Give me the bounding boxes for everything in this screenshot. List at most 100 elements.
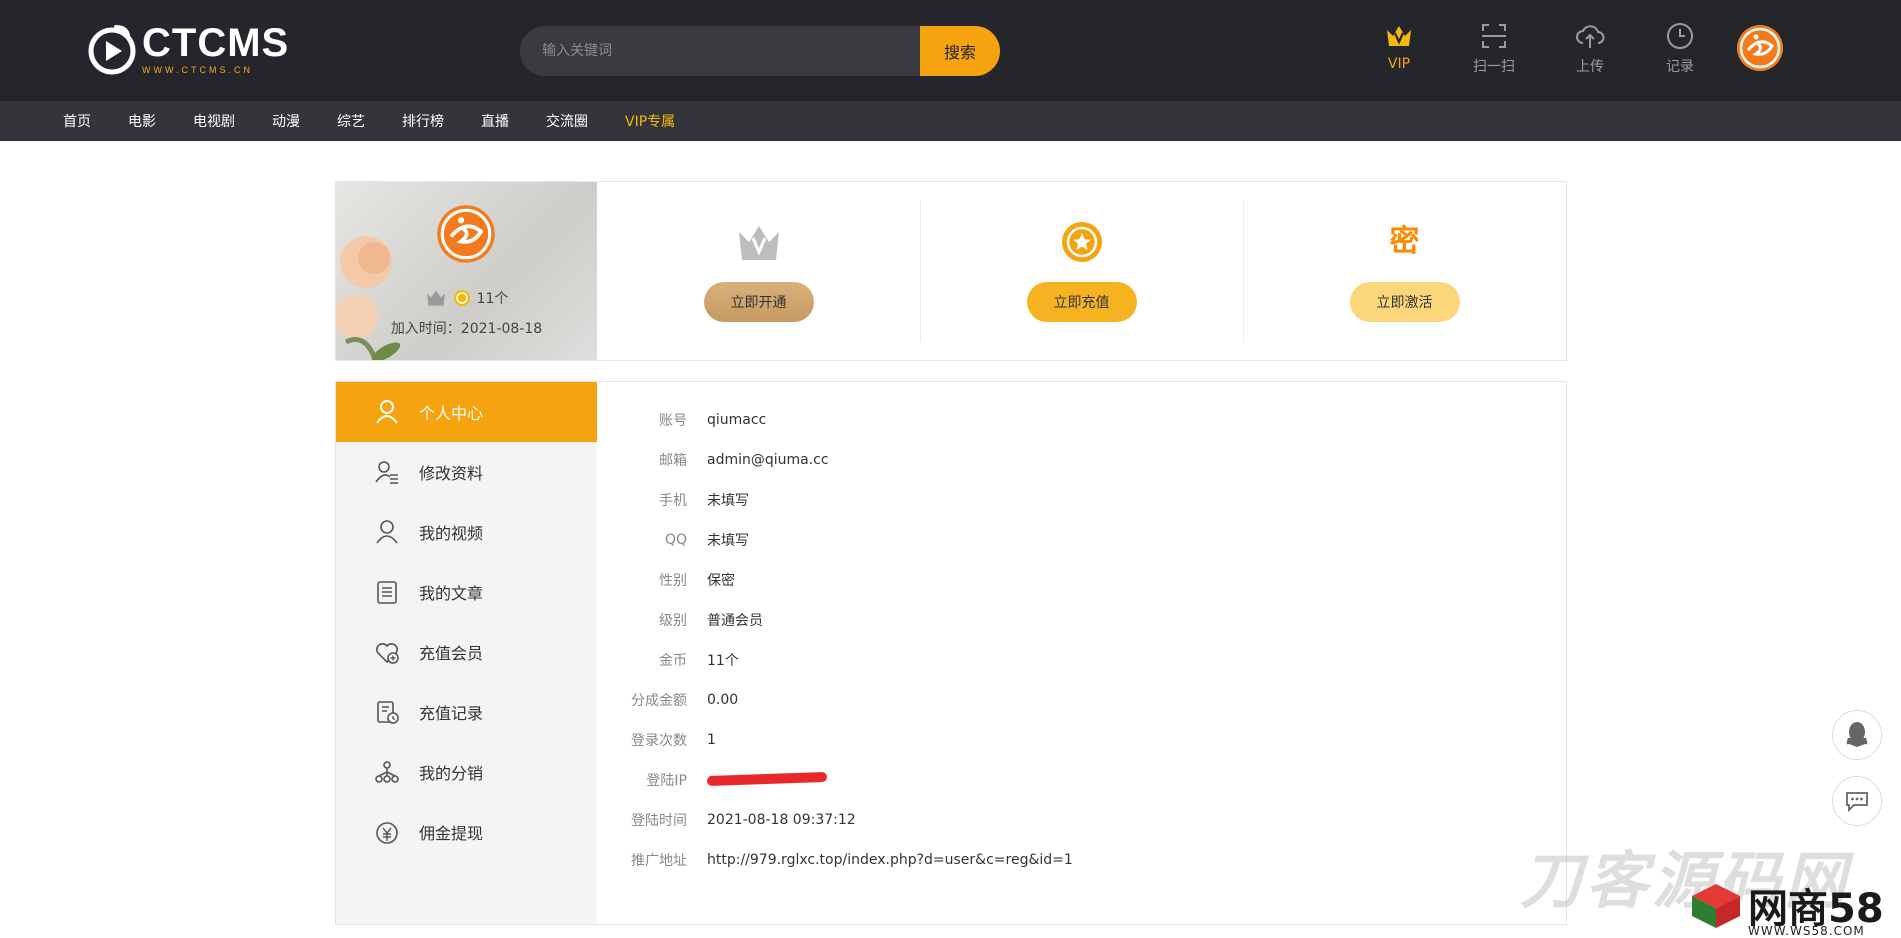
info-label: 登陆IP (646, 773, 687, 789)
info-row-account: 账号 qiumacc (597, 400, 1073, 440)
coin-count: 11个 (476, 291, 509, 307)
info-label: 金币 (659, 653, 687, 669)
search-button[interactable]: 搜索 (920, 26, 1000, 76)
clock-icon (1667, 23, 1693, 49)
info-row-referral-url: 推广地址 http://979.rglxc.top/index.php?d=us… (597, 840, 1073, 880)
user-edit-icon (375, 461, 398, 484)
info-label: 级别 (659, 613, 687, 629)
nav-movies[interactable]: 电影 (128, 111, 156, 131)
info-value: 1 (707, 732, 716, 748)
open-vip-button[interactable]: 立即开通 (703, 282, 814, 322)
history-button[interactable]: 记录 (1645, 20, 1715, 80)
nav-variety[interactable]: 综艺 (337, 111, 365, 131)
sidebar-item-label: 个人中心 (419, 404, 484, 423)
sidebar-item-label: 我的文章 (419, 584, 484, 603)
sidebar-item-my-distribution[interactable]: 我的分销 (336, 742, 597, 802)
watermark-url: WWW.WS58.COM (1748, 924, 1865, 938)
info-value: 未填写 (707, 533, 749, 549)
user-avatar[interactable] (1736, 24, 1784, 72)
sidebar-item-label: 我的分销 (419, 764, 484, 783)
sidebar-item-label: 佣金提现 (419, 824, 484, 843)
qq-contact-button[interactable] (1832, 710, 1882, 760)
document-icon (377, 581, 397, 604)
logo-subtitle: WWW.CTCMS.CN (142, 65, 253, 75)
info-value: qiumacc (707, 412, 767, 428)
nav-live[interactable]: 直播 (481, 111, 509, 131)
info-value: 2021-08-18 09:37:12 (707, 812, 856, 828)
sidebar-item-recharge-history[interactable]: 充值记录 (336, 682, 597, 742)
network-icon (375, 761, 399, 783)
account-info: 账号 qiumacc 邮箱 admin@qiuma.cc 手机 未填写 QQ 未… (597, 400, 1073, 880)
info-label: 登陆时间 (631, 813, 687, 829)
nav-community[interactable]: 交流圈 (546, 111, 588, 131)
activate-button[interactable]: 立即激活 (1349, 282, 1460, 322)
vip-label: VIP (1387, 56, 1411, 72)
info-value: 11个 (707, 653, 739, 669)
nav-tv[interactable]: 电视剧 (193, 111, 235, 131)
info-row-email: 邮箱 admin@qiuma.cc (597, 440, 1073, 480)
info-value: admin@qiuma.cc (707, 452, 829, 468)
money-bag-icon (376, 822, 398, 844)
info-value[interactable]: http://979.rglxc.top/index.php?d=user&c=… (707, 852, 1073, 868)
info-row-level: 级别 普通会员 (597, 600, 1073, 640)
chat-bubble-icon (1846, 792, 1868, 813)
main-nav: 首页 电影 电视剧 动漫 综艺 排行榜 直播 交流圈 VIP专属 (0, 101, 1901, 141)
star-coin-icon (1061, 222, 1102, 262)
profile-panel: 11个 加入时间：2021-08-18 (336, 182, 597, 360)
upload-button[interactable]: 上传 (1555, 20, 1625, 80)
activate-panel: 密 立即激活 (1243, 182, 1566, 360)
chat-button[interactable] (1832, 776, 1882, 826)
top-header: CTCMS WWW.CTCMS.CN 搜索 VIP 扫一扫 上传 记录 (0, 0, 1901, 101)
recharge-panel: 立即充值 (920, 182, 1243, 360)
sidebar-item-label: 我的视频 (419, 524, 484, 543)
cloud-upload-icon (1576, 25, 1605, 48)
recharge-button[interactable]: 立即充值 (1026, 282, 1137, 322)
user-icon (376, 400, 398, 424)
logo-play-icon (86, 23, 138, 75)
nav-anime[interactable]: 动漫 (272, 111, 300, 131)
sidebar-item-commission-withdraw[interactable]: 佣金提现 (336, 802, 597, 862)
nav-vip-exclusive[interactable]: VIP专属 (625, 111, 675, 131)
sidebar-item-edit-profile[interactable]: 修改资料 (336, 442, 597, 502)
sidebar-item-profile-center[interactable]: 个人中心 (336, 382, 597, 442)
info-row-login-ip: 登陆IP (597, 760, 1073, 800)
search-input[interactable] (520, 26, 920, 76)
info-label: 登录次数 (631, 733, 687, 749)
search-bar: 搜索 (520, 26, 1000, 76)
member-summary-card: 11个 加入时间：2021-08-18 立即开通 立即充值 密 立即激活 (335, 181, 1567, 361)
sidebar-item-label: 充值会员 (419, 644, 484, 663)
sidebar: 个人中心 修改资料 我的视频 我的文章 充值会员 充值记录 我的分销 佣金提现 (336, 382, 597, 924)
heart-plus-icon (376, 643, 399, 664)
sidebar-item-my-videos[interactable]: 我的视频 (336, 502, 597, 562)
info-row-coins: 金币 11个 (597, 640, 1073, 680)
upload-label: 上传 (1576, 59, 1604, 75)
user-center-panel: 个人中心 修改资料 我的视频 我的文章 充值会员 充值记录 我的分销 佣金提现 … (335, 381, 1567, 925)
coin-icon (453, 290, 470, 306)
site-logo[interactable]: CTCMS WWW.CTCMS.CN (86, 20, 289, 78)
info-row-qq: QQ 未填写 (597, 520, 1073, 560)
redaction-mark (706, 771, 828, 787)
qq-penguin-icon (1846, 722, 1868, 747)
info-value: 保密 (707, 573, 735, 589)
crown-icon (738, 226, 779, 260)
logo-title: CTCMS (142, 21, 290, 65)
info-row-gender: 性别 保密 (597, 560, 1073, 600)
crown-icon (1387, 26, 1411, 46)
sidebar-item-label: 充值记录 (419, 704, 484, 723)
scan-button[interactable]: 扫一扫 (1459, 20, 1529, 80)
nav-rankings[interactable]: 排行榜 (402, 111, 444, 131)
watermark-logo: 网商58 WWW.WS58.COM (1690, 876, 1884, 938)
info-label: 性别 (659, 573, 687, 589)
secret-key-glyph: 密 (1389, 224, 1420, 259)
vip-button[interactable]: VIP (1364, 20, 1434, 80)
sidebar-item-my-articles[interactable]: 我的文章 (336, 562, 597, 622)
nav-home[interactable]: 首页 (63, 111, 91, 131)
info-value: 0.00 (707, 692, 739, 708)
info-row-login-count: 登录次数 1 (597, 720, 1073, 760)
sidebar-item-buy-membership[interactable]: 充值会员 (336, 622, 597, 682)
info-label: 账号 (659, 413, 687, 429)
profile-avatar[interactable] (436, 204, 496, 264)
info-value: 未填写 (707, 493, 749, 509)
info-label: 分成金额 (631, 693, 687, 709)
ws58-logo-icon (1692, 884, 1740, 928)
